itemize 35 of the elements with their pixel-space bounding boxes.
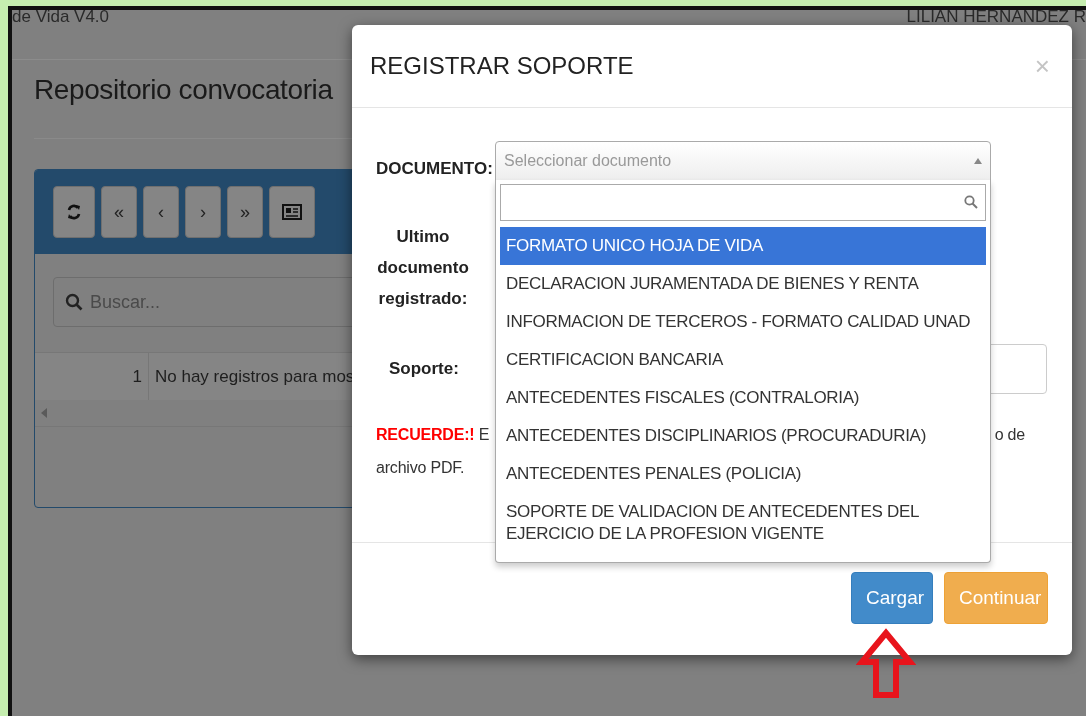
select-placeholder: Seleccionar documento <box>504 152 672 170</box>
field-label: Ultimo documento registrado: <box>376 226 470 310</box>
arrow-annotation <box>856 628 916 700</box>
toolbar-button[interactable] <box>53 186 95 238</box>
search-icon <box>65 293 83 311</box>
toolbar-button[interactable]: ‹ <box>143 186 179 238</box>
dropdown-option[interactable]: INFORMACION DE TERCEROS - FORMATO CALIDAD UNAD <box>500 303 986 341</box>
field-label: DOCUMENTO: <box>376 158 494 180</box>
dropdown-search-field[interactable] <box>500 184 986 221</box>
dropdown-option[interactable]: FORMATO UNICO HOJA DE VIDA <box>500 227 986 265</box>
upload-button[interactable]: Cargar <box>851 572 933 624</box>
refresh-icon <box>66 203 82 221</box>
page-heading: Repositorio convocatoria <box>34 74 334 106</box>
dropdown-option[interactable]: DECLARACION JURAMENTADA DE BIENES Y RENTA <box>500 265 986 303</box>
search-icon <box>964 195 978 209</box>
card-icon <box>282 204 303 220</box>
toolbar-button[interactable] <box>269 186 316 238</box>
row-number: 1 <box>35 353 149 400</box>
modal-title: REGISTRAR SOPORTE <box>370 52 634 80</box>
field-label: Soporte: <box>388 359 460 379</box>
caret-up-icon <box>974 158 982 164</box>
app-title: de Vida V4.0 <box>12 10 110 25</box>
toolbar-button[interactable]: › <box>185 186 221 238</box>
notice-text: RECUERDE:! E <box>376 425 490 445</box>
document-select[interactable]: Seleccionar documento <box>495 141 991 181</box>
toolbar-button[interactable]: » <box>227 186 264 238</box>
toolbar-button[interactable]: « <box>101 186 137 238</box>
dropdown-option[interactable]: SOPORTE DE VALIDACION DE ANTECEDENTES DEL EJERCICIO DE LA PROFESION VIGENTE <box>500 493 986 553</box>
dropdown-option[interactable]: ANTECEDENTES FISCALES (CONTRALORIA) <box>500 379 986 417</box>
dropdown-option[interactable]: ANTECEDENTES PENALES (POLICIA) <box>500 455 986 493</box>
notice-text: archivo PDF. <box>376 459 465 476</box>
user-name: LILIAN HERNANDEZ R <box>906 10 1086 25</box>
notice-text: o de <box>994 425 1025 445</box>
dropdown-option[interactable]: CERTIFICACION BANCARIA <box>500 341 986 379</box>
dropdown-option[interactable]: ANTECEDENTES DISCIPLINARIOS (PROCURADURIA) <box>500 417 986 455</box>
